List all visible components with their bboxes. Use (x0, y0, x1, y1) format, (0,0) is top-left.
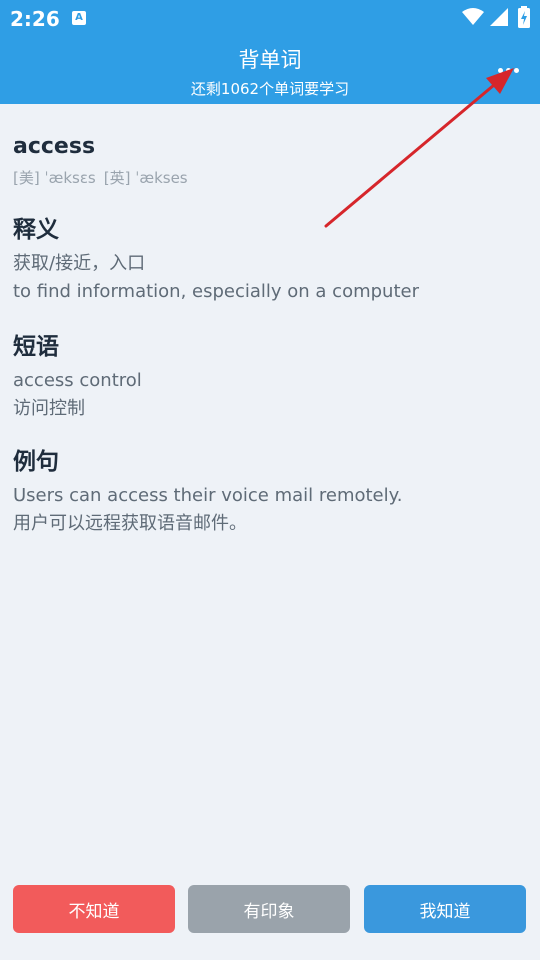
definition-title: 释义 (13, 217, 59, 243)
example-line: 用户可以远程获取语音邮件。 (13, 513, 247, 534)
app-notification-icon: A (72, 11, 86, 25)
word-card: access [美] ˈæksɛs [英] ˈækses (13, 134, 523, 188)
word-text: access (13, 134, 96, 159)
dont-know-button[interactable]: 不知道 (13, 885, 175, 933)
phrase-line: 访问控制 (13, 398, 85, 419)
definition-section: 释义 获取/接近，入口 to find information, especia… (13, 210, 528, 306)
vague-button[interactable]: 有印象 (188, 885, 350, 933)
phrase-line: access control (13, 370, 142, 391)
signal-icon (490, 8, 508, 26)
remaining-words-subtitle: 还剩1062个单词要学习 (190, 80, 350, 98)
wifi-icon (462, 8, 484, 25)
know-button[interactable]: 我知道 (364, 885, 526, 933)
phrase-title: 短语 (13, 334, 59, 360)
phrase-section: 短语 access control 访问控制 (13, 327, 528, 423)
phonetic-us[interactable]: [美] ˈæksɛs (13, 167, 96, 188)
status-bar: 2:26 A (0, 0, 540, 38)
more-menu-button[interactable] (488, 60, 528, 80)
example-title: 例句 (13, 449, 59, 475)
battery-icon (518, 6, 530, 28)
more-dots-icon (513, 67, 519, 73)
example-section: 例句 Users can access their voice mail rem… (13, 442, 528, 538)
definition-line: 获取/接近，入口 (13, 253, 146, 274)
app-screen: 2:26 A 背单词 还剩1062个单词要学习 access [美] ˈæksɛ… (0, 0, 540, 960)
phonetic-uk[interactable]: [英] ˈækses (104, 167, 188, 188)
phonetic-row: [美] ˈæksɛs [英] ˈækses (13, 167, 523, 188)
definition-line: to find information, especially on a com… (13, 281, 419, 302)
page-title: 背单词 (238, 48, 302, 72)
status-time: 2:26 (10, 7, 60, 31)
example-line: Users can access their voice mail remote… (13, 485, 403, 506)
more-dots-icon (505, 67, 511, 73)
more-dots-icon (497, 67, 503, 73)
header-bar: 2:26 A 背单词 还剩1062个单词要学习 (0, 0, 540, 104)
